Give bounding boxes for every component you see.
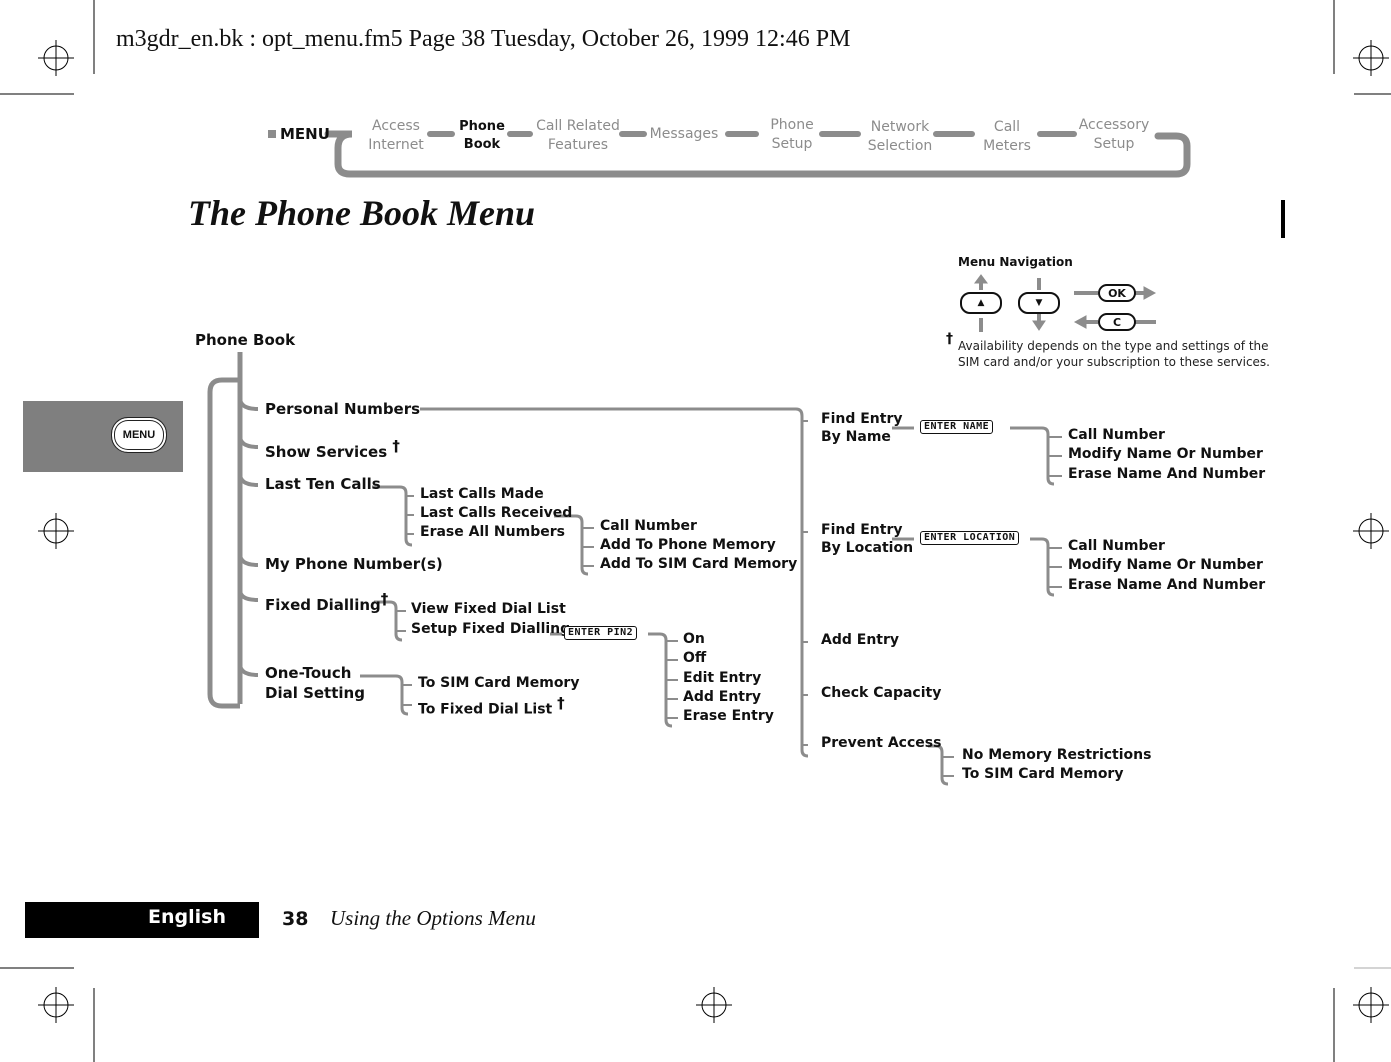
submenu-name-modify: Modify Name Or Number <box>1068 446 1263 462</box>
menu-key-icon: MENU <box>111 417 167 453</box>
registration-mark-mid-left <box>38 513 74 549</box>
menu-item-my-phone-numbers: My Phone Number(s) <box>265 555 443 573</box>
submenu-name-erase: Erase Name And Number <box>1068 466 1266 482</box>
submenu-erase-entry: Erase Entry <box>683 708 774 724</box>
submenu-last-calls-made: Last Calls Made <box>420 486 544 502</box>
nav-item-phone-book: Phone Book <box>459 119 505 152</box>
menu-item-label: Show Services <box>265 443 388 461</box>
submenu-no-memory-restrictions: No Memory Restrictions <box>962 747 1152 763</box>
submenu-call-number: Call Number <box>600 518 697 534</box>
up-key-icon: ▲ <box>960 292 1002 314</box>
registration-mark-bottom-right <box>1353 987 1389 1023</box>
submenu-add-entry-personal: Add Entry <box>821 632 900 648</box>
submenu-add-entry: Add Entry <box>683 689 762 705</box>
submenu-to-fixed-dial-list: To Fixed Dial List † <box>418 694 565 720</box>
submenu-name-call-number: Call Number <box>1068 427 1165 443</box>
menu-item-one-touch-dial-setting: One-Touch Dial Setting <box>265 664 365 702</box>
legend-title: Menu Navigation <box>958 255 1073 269</box>
menu-item-last-ten-calls: Last Ten Calls <box>265 475 381 493</box>
c-key-icon: C <box>1098 313 1136 331</box>
footnote-text: Availability depends on the type and set… <box>958 339 1270 369</box>
submenu-prevent-access: Prevent Access <box>821 735 942 751</box>
registration-mark-bottom-center <box>696 987 732 1023</box>
nav-root-menu: MENU <box>280 125 330 143</box>
ok-key-icon: OK <box>1098 284 1136 302</box>
print-header: m3gdr_en.bk : opt_menu.fm5 Page 38 Tuesd… <box>116 26 851 52</box>
submenu-erase-all-numbers: Erase All Numbers <box>420 524 565 540</box>
submenu-add-to-phone-memory: Add To Phone Memory <box>600 537 776 553</box>
nav-item-messages: Messages <box>649 126 719 142</box>
submenu-location-call-number: Call Number <box>1068 538 1165 554</box>
tree-root-phone-book: Phone Book <box>195 331 296 349</box>
menu-item-fixed-dialling: Fixed Dialling† <box>265 589 388 615</box>
submenu-find-entry-by-name: Find Entry By Name <box>821 411 903 445</box>
submenu-on: On <box>683 631 705 647</box>
nav-item-call-meters: Call Meters <box>983 119 1031 154</box>
prompt-enter-pin2: ENTER PIN2 <box>564 626 638 640</box>
menu-item-personal-numbers: Personal Numbers <box>265 400 421 418</box>
nav-item-access-internet: Access Internet <box>368 118 424 153</box>
submenu-check-capacity: Check Capacity <box>821 685 942 701</box>
footer-page-number: 38 <box>282 908 309 930</box>
menu-item-label: Fixed Dialling <box>265 596 381 614</box>
dagger-mark: † <box>557 694 565 712</box>
submenu-location-modify: Modify Name Or Number <box>1068 557 1263 573</box>
submenu-to-sim-card-memory: To SIM Card Memory <box>418 675 580 691</box>
registration-mark-mid-right <box>1353 513 1389 549</box>
page-title: The Phone Book Menu <box>188 193 536 233</box>
nav-root-bullet <box>268 130 276 138</box>
submenu-setup-fixed-dialling: Setup Fixed Dialling <box>411 621 571 637</box>
menu-item-show-services: Show Services † <box>265 436 400 462</box>
registration-mark-top-left <box>38 40 74 76</box>
footnote-dagger: † <box>946 331 953 347</box>
footer-language: English <box>148 906 226 928</box>
change-bar <box>1281 200 1285 238</box>
submenu-find-entry-by-location: Find Entry By Location <box>821 522 914 556</box>
dagger-mark: † <box>380 590 389 608</box>
nav-item-phone-setup: Phone Setup <box>770 117 814 152</box>
prompt-enter-location: ENTER LOCATION <box>920 531 1020 545</box>
footer-section-title: Using the Options Menu <box>330 906 536 930</box>
registration-mark-bottom-left <box>38 987 74 1023</box>
submenu-location-erase: Erase Name And Number <box>1068 577 1266 593</box>
submenu-add-to-sim-card-memory: Add To SIM Card Memory <box>600 556 798 572</box>
nav-item-accessory-setup: Accessory Setup <box>1078 117 1150 152</box>
submenu-view-fixed-dial-list: View Fixed Dial List <box>411 601 566 617</box>
prompt-enter-name: ENTER NAME <box>920 420 994 434</box>
submenu-off: Off <box>683 650 707 666</box>
dagger-mark: † <box>392 437 400 455</box>
nav-item-network-selection: Network Selection <box>867 119 933 154</box>
menu-item-label: To Fixed Dial List <box>418 701 553 718</box>
submenu-prevent-to-sim-card-memory: To SIM Card Memory <box>962 766 1124 782</box>
down-key-icon: ▼ <box>1018 292 1060 314</box>
submenu-last-calls-received: Last Calls Received <box>420 505 573 521</box>
nav-item-call-related-features: Call Related Features <box>536 118 620 153</box>
registration-mark-top-right <box>1353 40 1389 76</box>
submenu-edit-entry: Edit Entry <box>683 670 762 686</box>
